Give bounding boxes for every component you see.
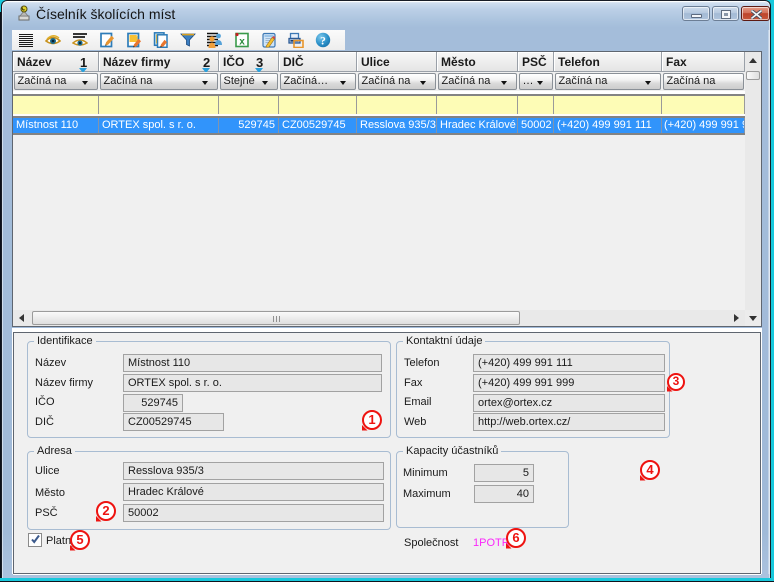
svg-text:x: x	[239, 37, 245, 48]
svg-text:?: ?	[320, 35, 326, 47]
